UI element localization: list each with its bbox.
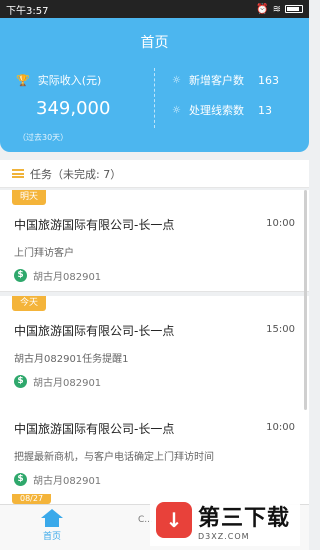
header-divider bbox=[154, 68, 155, 128]
page-title: 首页 bbox=[140, 35, 169, 51]
task-owner: $ 胡古月082901 bbox=[14, 268, 101, 283]
income-value: 349,000 bbox=[36, 98, 111, 119]
watermark-title: 第三下载 bbox=[198, 505, 291, 531]
task-card[interactable]: 明天 中国旅游国际有限公司-长一点 10:00 上门拜访客户 $ 胡古月0829… bbox=[0, 190, 309, 292]
task-card[interactable]: 今天 中国旅游国际有限公司-长一点 15:00 胡古月082901任务提醒1 $… bbox=[0, 296, 309, 398]
leads-stat[interactable]: ☼ 处理线索数 13 bbox=[172, 102, 272, 118]
bulb-icon: ☼ bbox=[172, 104, 181, 116]
bulb-icon: ☼ bbox=[172, 74, 181, 86]
status-time: 下午3:57 bbox=[6, 5, 49, 17]
owner-icon: $ bbox=[14, 375, 27, 388]
leads-value: 13 bbox=[257, 103, 272, 117]
income-label-row: 🏆 实际收入(元) bbox=[16, 72, 101, 88]
tab-home-label: 首页 bbox=[42, 532, 61, 542]
task-owner: $ 胡古月082901 bbox=[14, 374, 101, 389]
task-description: 上门拜访客户 bbox=[14, 248, 74, 259]
task-owner: $ 胡古月082901 bbox=[14, 472, 101, 487]
download-logo-icon: ↓ bbox=[156, 502, 192, 538]
home-icon bbox=[41, 509, 63, 527]
task-date-tag: 08/27 bbox=[12, 494, 52, 504]
task-time: 10:00 bbox=[266, 218, 295, 229]
task-company: 中国旅游国际有限公司-长一点 bbox=[14, 324, 175, 338]
dashboard-header: 首页 🏆 实际收入(元) 349,000 （过去30天） ☼ 新增客户数 163… bbox=[0, 18, 309, 152]
task-card[interactable]: 中国旅游国际有限公司-长一点 10:00 把握最新商机，与客户电话确定上门拜访时… bbox=[0, 394, 309, 496]
trophy-icon: 🏆 bbox=[16, 73, 30, 87]
watermark-logo: ↓ 第三下载 D3XZ.COM bbox=[150, 494, 300, 546]
new-customers-label: 新增客户数 bbox=[188, 74, 244, 87]
task-time: 15:00 bbox=[266, 324, 295, 335]
income-label: 实际收入(元) bbox=[37, 74, 102, 87]
battery-icon bbox=[285, 5, 303, 13]
task-date-tag: 明天 bbox=[12, 190, 47, 205]
watermark-url: D3XZ.COM bbox=[198, 531, 250, 541]
alarm-icon: ⏰ bbox=[256, 3, 269, 15]
new-customers-stat[interactable]: ☼ 新增客户数 163 bbox=[172, 72, 279, 88]
task-company: 中国旅游国际有限公司-长一点 bbox=[14, 422, 175, 436]
task-description: 把握最新商机，与客户电话确定上门拜访时间 bbox=[14, 452, 214, 463]
new-customers-value: 163 bbox=[257, 73, 279, 87]
task-company: 中国旅游国际有限公司-长一点 bbox=[14, 218, 175, 232]
task-section-header[interactable]: 任务（未完成: 7） bbox=[0, 160, 309, 188]
task-owner-name: 胡古月082901 bbox=[33, 272, 102, 283]
task-date-tag: 今天 bbox=[12, 296, 47, 311]
owner-icon: $ bbox=[14, 473, 27, 486]
status-bar: 下午3:57 ⏰ ≋ bbox=[0, 0, 309, 18]
task-list-icon bbox=[12, 169, 24, 178]
task-time: 10:00 bbox=[266, 422, 295, 433]
task-owner-name: 胡古月082901 bbox=[33, 378, 102, 389]
income-period-note: （过去30天） bbox=[18, 133, 69, 142]
wifi-icon: ≋ bbox=[272, 3, 281, 15]
leads-label: 处理线索数 bbox=[188, 104, 244, 117]
owner-icon: $ bbox=[14, 269, 27, 282]
task-section-label: 任务（未完成: 7） bbox=[30, 167, 122, 181]
task-description: 胡古月082901任务提醒1 bbox=[14, 354, 129, 365]
status-icons: ⏰ ≋ bbox=[256, 4, 303, 15]
tab-home[interactable]: 首页 bbox=[32, 509, 72, 542]
task-owner-name: 胡古月082901 bbox=[33, 476, 102, 487]
scrollbar[interactable] bbox=[304, 190, 307, 410]
